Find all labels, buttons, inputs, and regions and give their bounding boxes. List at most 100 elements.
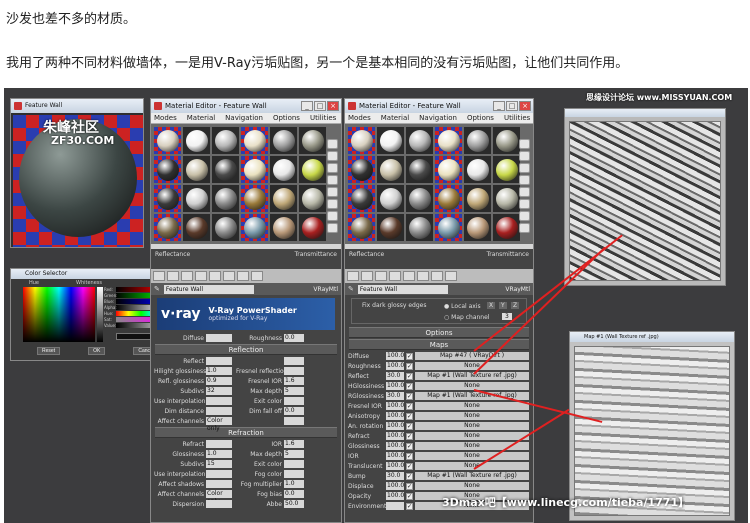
sample-slot[interactable] <box>183 156 210 183</box>
texture-top-title-bar[interactable] <box>565 109 725 117</box>
refraction-header[interactable]: Refraction <box>155 427 337 438</box>
param-extra-value[interactable]: 0.0 <box>284 334 304 342</box>
sample-slot[interactable] <box>464 156 491 183</box>
param-value[interactable]: 1.0 <box>206 367 232 375</box>
menu-navigation[interactable]: Navigation <box>225 114 263 122</box>
map-slot-button[interactable]: None <box>415 422 529 430</box>
param-value[interactable]: 0.9 <box>206 377 232 385</box>
param-value[interactable] <box>206 397 232 405</box>
sample-slot[interactable] <box>212 156 239 183</box>
param-value[interactable] <box>206 334 232 342</box>
sample-slot[interactable] <box>464 127 491 154</box>
sample-slot[interactable] <box>464 185 491 212</box>
maximize-button[interactable]: □ <box>314 101 326 111</box>
maximize-button[interactable]: □ <box>506 101 518 111</box>
map-slot-button[interactable]: None <box>415 452 529 460</box>
param-extra-value[interactable] <box>284 417 304 425</box>
material-name-field[interactable]: Feature Wall <box>163 284 254 294</box>
param-extra-value[interactable]: 1.0 <box>284 480 304 488</box>
map-slot-button[interactable]: None <box>415 432 529 440</box>
param-extra-value[interactable]: 1.6 <box>284 440 304 448</box>
sample-slot[interactable] <box>435 127 462 154</box>
sample-slot[interactable] <box>270 214 297 241</box>
sample-slot[interactable] <box>212 185 239 212</box>
map-enable-checkbox[interactable]: ✓ <box>406 432 413 440</box>
map-channel-field[interactable]: 3 <box>502 313 512 320</box>
sample-slot[interactable] <box>435 156 462 183</box>
map-enable-checkbox[interactable]: ✓ <box>406 372 413 380</box>
sample-slot-grid[interactable] <box>151 124 341 244</box>
map-enable-checkbox[interactable]: ✓ <box>406 362 413 370</box>
sample-slot[interactable] <box>299 127 326 154</box>
sample-slot[interactable] <box>154 214 181 241</box>
texture-bottom-title-bar[interactable]: Map #1 (Wall Texture ref .jpg) <box>570 332 734 342</box>
map-slot-button[interactable]: None <box>415 402 529 410</box>
param-value[interactable] <box>206 480 232 488</box>
map-slot-button[interactable]: Map #47 ( VRayDirt ) <box>415 352 529 360</box>
map-amount-field[interactable]: 100.0 <box>386 482 404 490</box>
sample-slot[interactable] <box>299 214 326 241</box>
map-amount-field[interactable]: 100.0 <box>386 412 404 420</box>
sample-slot[interactable] <box>183 127 210 154</box>
minimize-button[interactable]: _ <box>301 101 313 111</box>
map-amount-field[interactable]: 100.0 <box>386 362 404 370</box>
map-amount-field[interactable]: 100.0 <box>386 422 404 430</box>
param-value[interactable] <box>206 500 232 508</box>
material-type-button[interactable]: VRayMtl <box>258 286 338 293</box>
sample-slot[interactable] <box>270 127 297 154</box>
param-value[interactable] <box>206 407 232 415</box>
param-extra-value[interactable] <box>284 470 304 478</box>
sample-slot[interactable] <box>270 185 297 212</box>
editor-left-title-bar[interactable]: Material Editor - Feature Wall _ □ × <box>151 99 341 113</box>
menu-options[interactable]: Options <box>467 114 494 122</box>
sample-slot[interactable] <box>377 156 404 183</box>
close-button[interactable]: × <box>519 101 531 111</box>
map-amount-field[interactable]: 100.0 <box>386 442 404 450</box>
sample-slot[interactable] <box>377 127 404 154</box>
sample-slot[interactable] <box>348 156 375 183</box>
map-slot-button[interactable]: None <box>415 382 529 390</box>
close-button[interactable]: × <box>327 101 339 111</box>
map-slot-button[interactable]: None <box>415 362 529 370</box>
sample-slot[interactable] <box>435 185 462 212</box>
local-axis-radio[interactable]: ● Local axis <box>444 303 481 310</box>
param-value[interactable]: Color only <box>206 490 232 505</box>
sample-slot[interactable] <box>183 214 210 241</box>
map-amount-field[interactable]: 100.0 <box>386 462 404 470</box>
map-amount-field[interactable]: 100.0 <box>386 432 404 440</box>
menu-material[interactable]: Material <box>381 114 409 122</box>
param-value[interactable] <box>206 470 232 478</box>
sample-slot[interactable] <box>348 185 375 212</box>
map-amount-field[interactable]: 30.0 <box>386 472 404 480</box>
editor-side-toolbar[interactable] <box>519 139 531 233</box>
eyedropper-icon[interactable]: ✎ <box>348 285 354 293</box>
map-enable-checkbox[interactable]: ✓ <box>406 422 413 430</box>
map-slot-button[interactable]: None <box>415 412 529 420</box>
sample-slot[interactable] <box>241 214 268 241</box>
sample-slot[interactable] <box>299 156 326 183</box>
param-value[interactable] <box>206 440 232 448</box>
sample-slot[interactable] <box>154 185 181 212</box>
sample-slot[interactable] <box>212 214 239 241</box>
map-channel-radio[interactable]: ○ Map channel <box>444 314 489 321</box>
sample-slot[interactable] <box>493 214 520 241</box>
whiteness-bar[interactable] <box>97 287 103 342</box>
menu-navigation[interactable]: Navigation <box>419 114 457 122</box>
sample-slot[interactable] <box>493 156 520 183</box>
param-extra-value[interactable] <box>284 367 304 375</box>
sample-slot[interactable] <box>435 214 462 241</box>
param-value[interactable]: Color only <box>206 417 232 432</box>
param-extra-value[interactable]: 1.6 <box>284 377 304 385</box>
sample-slot[interactable] <box>406 156 433 183</box>
param-extra-value[interactable]: 0.0 <box>284 407 304 415</box>
map-slot-button[interactable]: Map #1 (Wall Texture ref .jpg) <box>415 472 529 480</box>
sample-slot[interactable] <box>406 214 433 241</box>
menu-modes[interactable]: Modes <box>348 114 371 122</box>
map-enable-checkbox[interactable]: ✓ <box>406 502 413 510</box>
material-type-button[interactable]: VRayMtl <box>452 286 530 293</box>
sample-slot[interactable] <box>493 185 520 212</box>
map-enable-checkbox[interactable]: ✓ <box>406 492 413 500</box>
map-amount-field[interactable]: 30.0 <box>386 392 404 400</box>
param-value[interactable]: 32 <box>206 387 232 395</box>
map-enable-checkbox[interactable]: ✓ <box>406 472 413 480</box>
